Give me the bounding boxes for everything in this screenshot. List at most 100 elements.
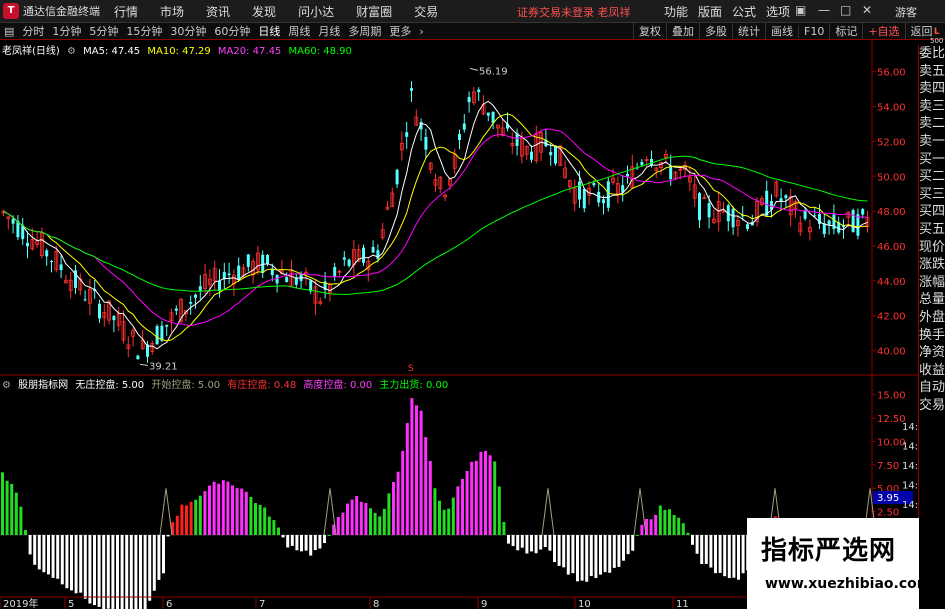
sidebar-maiwu[interactable]: 卖五	[919, 63, 945, 81]
sidebar-zhangdie[interactable]: 涨跌	[919, 256, 945, 274]
indicator-bar	[438, 500, 441, 535]
menu-banmian[interactable]: 版面	[698, 3, 722, 20]
sidebar-xianjia[interactable]: 现价	[919, 239, 945, 257]
indicator-bar	[157, 535, 161, 580]
sidebar-buysi[interactable]: 买四	[919, 203, 945, 221]
indicator-bar	[585, 535, 589, 582]
sidebar-shouyi[interactable]: 收益	[919, 362, 945, 380]
btn-fuquan[interactable]: 复权	[633, 23, 666, 39]
price-axis-label: 56.00	[877, 68, 906, 79]
indicator-bar	[355, 495, 359, 535]
price-axis-label: 50.00	[877, 172, 906, 183]
period-30min[interactable]: 30分钟	[166, 23, 210, 39]
candle-body-down	[309, 280, 313, 292]
sidebar-zongliang[interactable]: 总量	[919, 291, 945, 309]
indicator-bar	[672, 515, 676, 535]
period-15min[interactable]: 15分钟	[122, 23, 166, 39]
menu-faxian[interactable]: 发现	[252, 3, 276, 20]
indicator-bar	[470, 461, 474, 535]
indicator-bar	[33, 535, 37, 565]
sidebar-maiyi[interactable]: 卖一	[919, 133, 945, 151]
btn-f10[interactable]: F10	[798, 24, 829, 38]
indicator-bar	[405, 423, 409, 535]
period-5min[interactable]: 5分钟	[85, 23, 122, 39]
start-control-marker	[159, 488, 173, 536]
indicator-bar	[175, 515, 179, 535]
sidebar-buywu[interactable]: 买五	[919, 221, 945, 239]
sidebar-huanshou[interactable]: 换手	[919, 327, 945, 345]
menu-caifuquan[interactable]: 财富圈	[356, 3, 392, 20]
period-monthly[interactable]: 月线	[314, 23, 344, 39]
minimize-icon[interactable]: —	[818, 3, 830, 17]
skin-icon[interactable]: ▣	[795, 3, 806, 17]
period-fenshi[interactable]: 分时	[18, 23, 48, 39]
indicator-bar	[83, 535, 87, 599]
toolbar-menu-icon[interactable]: ▤	[0, 25, 18, 38]
sidebar-waipan[interactable]: 外盘	[919, 309, 945, 327]
indicator-bar	[166, 535, 170, 537]
indicator-bar	[189, 501, 193, 535]
sidebar-buyer[interactable]: 买二	[919, 168, 945, 186]
indicator-bar	[125, 535, 129, 609]
indicator-toggle-icon[interactable]: ⚙	[2, 380, 11, 391]
indicator-name[interactable]: 股朋指标网	[18, 380, 68, 391]
sidebar-weibi[interactable]: 委比	[919, 45, 945, 63]
settings-gear-icon[interactable]: ⚙	[67, 46, 76, 57]
period-weekly[interactable]: 周线	[284, 23, 314, 39]
menu-jiaoyi[interactable]: 交易	[414, 3, 438, 20]
menu-zixun[interactable]: 资讯	[206, 3, 230, 20]
menu-gongshi[interactable]: 公式	[732, 3, 756, 20]
indicator-bar	[543, 535, 547, 548]
sidebar-maisan[interactable]: 卖三	[919, 98, 945, 116]
sidebar-jingzi[interactable]: 净资	[919, 344, 945, 362]
period-daily[interactable]: 日线	[254, 23, 284, 39]
btn-diejia[interactable]: 叠加	[666, 23, 699, 39]
indicator-bar	[732, 535, 736, 578]
indicator-bar	[139, 535, 142, 609]
sidebar-zhangfu[interactable]: 涨幅	[919, 274, 945, 292]
indicator-bar	[373, 513, 377, 535]
guest-label[interactable]: 游客	[895, 4, 917, 20]
indicator-bar	[451, 497, 455, 535]
indicator-bar	[516, 535, 520, 551]
sidebar-zidong[interactable]: 自动	[919, 379, 945, 397]
candle-body-down	[827, 220, 831, 226]
menu-hangqing[interactable]: 行情	[114, 3, 138, 20]
period-60min[interactable]: 60分钟	[210, 23, 254, 39]
candle-body-down	[45, 250, 49, 257]
btn-huaxian[interactable]: 画线	[765, 23, 798, 39]
menu-wenxiaoda[interactable]: 问小达	[298, 3, 334, 20]
indicator-bar	[580, 535, 584, 581]
indicator-bar	[254, 503, 257, 535]
login-notice[interactable]: 证券交易未登录 老凤祥	[517, 4, 631, 20]
sidebar-buysan[interactable]: 买三	[919, 186, 945, 204]
candle-body-down	[851, 209, 855, 233]
maximize-icon[interactable]: □	[840, 3, 851, 17]
btn-zixuan[interactable]: +自选	[862, 23, 904, 39]
btn-biaoji[interactable]: 标记	[829, 23, 862, 39]
btn-tongji[interactable]: 统计	[732, 23, 765, 39]
indicator-bar	[212, 481, 216, 535]
price-axis-label: 46.00	[877, 242, 906, 253]
more-chevron-icon[interactable]: ›	[415, 25, 427, 38]
menu-xuanxiang[interactable]: 选项	[766, 3, 790, 20]
btn-duogu[interactable]: 多股	[699, 23, 732, 39]
period-more[interactable]: 更多	[385, 23, 415, 39]
sidebar-maier[interactable]: 卖二	[919, 115, 945, 133]
close-icon[interactable]: ✕	[862, 3, 872, 17]
date-label: 8	[373, 599, 379, 609]
sidebar-jiaoyi[interactable]: 交易	[919, 397, 945, 415]
menu-gongneng[interactable]: 功能	[664, 3, 688, 20]
candle-body-down	[11, 218, 15, 224]
sidebar-maisi[interactable]: 卖四	[919, 80, 945, 98]
start-control-marker	[633, 488, 647, 536]
period-multi[interactable]: 多周期	[344, 23, 385, 39]
date-label: 6	[166, 599, 172, 609]
candle-body-down	[602, 199, 605, 204]
period-1min[interactable]: 1分钟	[48, 23, 85, 39]
sidebar-buyyi[interactable]: 买一	[919, 151, 945, 169]
candle-body-down	[803, 210, 807, 219]
indicator-bar	[663, 509, 667, 535]
stock-name[interactable]: 老凤祥(日线)	[2, 46, 60, 57]
menu-shichang[interactable]: 市场	[160, 3, 184, 20]
